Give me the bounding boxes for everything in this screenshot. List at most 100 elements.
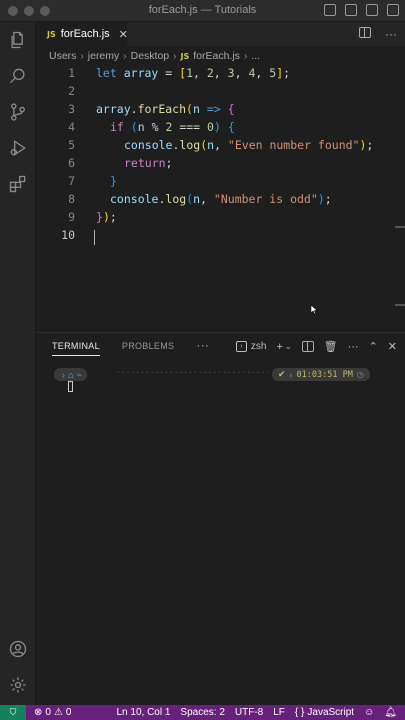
toggle-panel-icon[interactable] [345, 4, 357, 16]
breadcrumb-symbols[interactable]: ... [251, 50, 260, 62]
breadcrumb-file[interactable]: forEach.js [193, 50, 240, 62]
chevron-right-icon: › [123, 50, 127, 62]
search-icon[interactable] [6, 64, 30, 88]
remote-icon[interactable]: ⛉ [0, 705, 26, 720]
tab-foreach-js[interactable]: JS forEach.js ✕ [37, 22, 128, 46]
code-editor[interactable]: 1 let array = [1, 2, 3, 4, 5]; 2 3 array… [37, 62, 405, 332]
code-text: if (n % 2 === 0) { [110, 120, 235, 134]
breadcrumb-item[interactable]: Users [49, 50, 76, 62]
status-bar: ⛉ ⊗ 0 ⚠ 0 Ln 10, Col 1 Spaces: 2 UTF-8 L… [0, 705, 405, 720]
run-debug-icon[interactable] [6, 136, 30, 160]
account-icon[interactable] [6, 637, 30, 661]
terminal-cursor[interactable] [68, 381, 73, 392]
problems-status[interactable]: ⊗ 0 ⚠ 0 [34, 707, 71, 718]
layout-controls [324, 4, 399, 16]
home-icon: ⌂ [68, 369, 74, 380]
code-line: 2 [37, 82, 405, 100]
notifications-bell-icon[interactable]: 🔔︎ [384, 707, 397, 718]
code-line-active: 10 [37, 226, 405, 244]
error-count: 0 [45, 707, 51, 718]
code-line: 5 console.log(n, "Even number found"); [37, 136, 405, 154]
close-panel-icon[interactable]: ✕ [388, 340, 397, 353]
javascript-file-icon: JS [47, 29, 56, 39]
panel-tabs: TERMINAL PROBLEMS ··· [52, 338, 209, 356]
line-number: 8 [68, 192, 75, 206]
toggle-secondary-sidebar-icon[interactable] [366, 4, 378, 16]
chevron-down-icon[interactable]: ⌄ [285, 342, 292, 351]
breadcrumb-item[interactable]: Desktop [131, 50, 170, 62]
language-mode[interactable]: { } JavaScript [295, 707, 354, 718]
files-icon[interactable] [6, 28, 30, 52]
prompt-segment-left: › ⌂ ~ [54, 368, 87, 381]
clock-icon: ◷ [356, 370, 364, 379]
chevron-right-icon: › [173, 50, 177, 62]
editor-actions: ··· [359, 27, 397, 41]
line-number: 2 [68, 84, 75, 98]
chevron-right-icon: › [243, 50, 248, 62]
status-check-icon: ✔ [278, 369, 286, 379]
warning-count: 0 [65, 707, 72, 718]
terminal-shell-selector[interactable]: › zsh [235, 341, 267, 352]
more-actions-icon[interactable]: ··· [385, 27, 397, 41]
indentation[interactable]: Spaces: 2 [180, 707, 224, 718]
overview-ruler-mark [395, 304, 405, 306]
breadcrumb: Users › jeremy › Desktop › JS forEach.js… [49, 49, 260, 63]
code-line: 1 let array = [1, 2, 3, 4, 5]; [37, 64, 405, 82]
bottom-panel: TERMINAL PROBLEMS ··· › zsh + ⌄ 🗑 ··· ⌃ … [37, 332, 405, 705]
code-text: console.log(n, "Even number found"); [124, 138, 374, 152]
code-text: console.log(n, "Number is odd"); [110, 192, 332, 206]
code-line: 3 array.forEach(n => { [37, 100, 405, 118]
line-number: 7 [68, 174, 75, 188]
line-number: 9 [68, 210, 75, 224]
feedback-icon[interactable]: ☺ [364, 707, 374, 718]
current-directory: ~ [76, 369, 82, 380]
encoding[interactable]: UTF-8 [235, 707, 263, 718]
chevron-right-icon: › [80, 50, 84, 62]
settings-gear-icon[interactable] [6, 673, 30, 697]
status-bar-right: Ln 10, Col 1 Spaces: 2 UTF-8 LF { } Java… [116, 705, 397, 720]
maximize-panel-icon[interactable]: ⌃ [369, 340, 378, 353]
tab-problems[interactable]: PROBLEMS [122, 341, 174, 356]
toggle-sidebar-icon[interactable] [324, 4, 336, 16]
terminal-actions: › zsh + ⌄ 🗑 ··· ⌃ ✕ [235, 340, 397, 353]
customize-layout-icon[interactable] [387, 4, 399, 16]
prompt-time: 01:03:51 PM [296, 369, 353, 380]
line-number: 4 [68, 120, 75, 134]
source-control-icon[interactable] [6, 100, 30, 124]
shell-name: zsh [250, 341, 267, 352]
split-terminal-icon[interactable] [301, 341, 314, 352]
terminal-icon: › [235, 341, 247, 352]
code-line: 8 console.log(n, "Number is odd"); [37, 190, 405, 208]
line-number: 5 [68, 138, 75, 152]
code-text: }); [96, 210, 117, 224]
code-line: 7 } [37, 172, 405, 190]
editor-tab-bar: JS forEach.js ✕ ··· [37, 22, 405, 46]
tab-label: forEach.js [60, 28, 110, 40]
tab-terminal[interactable]: TERMINAL [52, 341, 100, 356]
more-actions-icon[interactable]: ··· [348, 341, 359, 353]
code-line: 4 if (n % 2 === 0) { [37, 118, 405, 136]
warning-icon: ⚠ [53, 707, 63, 718]
line-number: 10 [61, 228, 75, 242]
language-label: JavaScript [307, 707, 355, 718]
cursor-position[interactable]: Ln 10, Col 1 [116, 707, 170, 718]
breadcrumb-item[interactable]: jeremy [88, 50, 120, 62]
extensions-icon[interactable] [6, 172, 30, 196]
code-text: } [110, 174, 117, 188]
activity-bar [0, 22, 36, 705]
code-line: 6 return; [37, 154, 405, 172]
end-of-line[interactable]: LF [273, 707, 285, 718]
prompt-segment-right: ✔ ‹ 01:03:51 PM ◷ [272, 368, 370, 381]
code-line: 9 }); [37, 208, 405, 226]
code-text: array.forEach(n => { [96, 102, 235, 116]
new-terminal-icon[interactable]: + [276, 341, 282, 353]
text-cursor [94, 230, 95, 245]
title-bar: forEach.js — Tutorials [0, 0, 405, 22]
trash-icon[interactable]: 🗑 [324, 340, 338, 353]
close-tab-icon[interactable]: ✕ [119, 28, 128, 41]
mouse-pointer-icon [311, 305, 319, 315]
more-views-icon[interactable]: ··· [196, 338, 209, 356]
split-editor-icon[interactable] [359, 27, 371, 38]
line-number: 1 [68, 66, 75, 80]
javascript-file-icon: JS [180, 51, 190, 61]
